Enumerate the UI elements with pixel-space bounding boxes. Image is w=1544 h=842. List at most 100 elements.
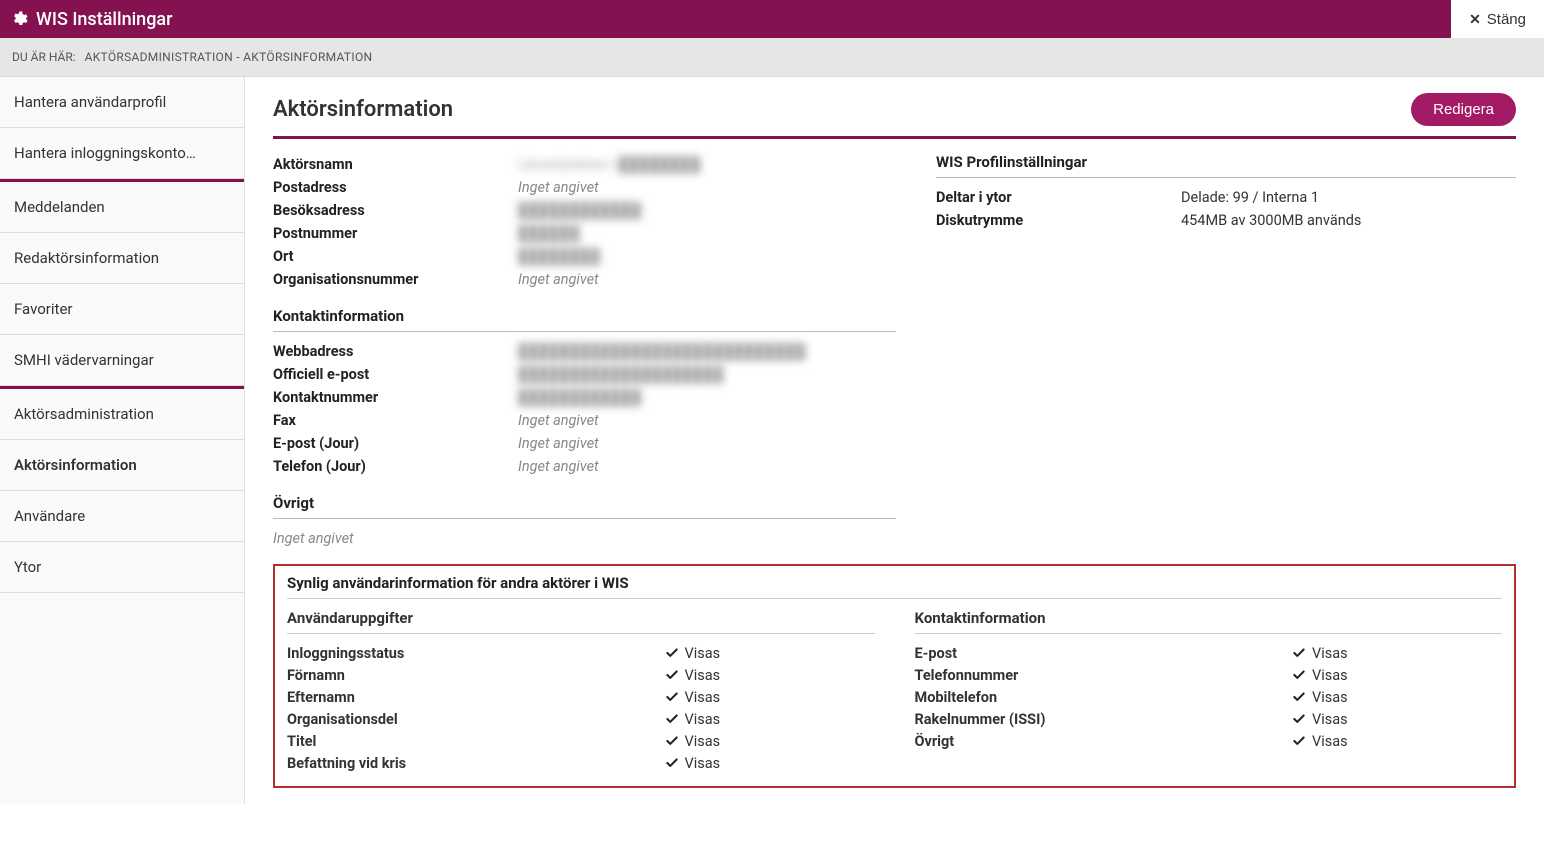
check-icon (665, 712, 679, 726)
field-row: OrganisationsnummerInget angivet (273, 268, 896, 291)
check-icon (1292, 668, 1306, 682)
field-label: Diskutrymme (936, 212, 1181, 229)
sidebar-item-favorites[interactable]: Favoriter (0, 284, 244, 335)
field-label: Officiell e-post (273, 366, 518, 383)
gear-icon (10, 10, 28, 28)
field-row: Besöksadress████████████ (273, 199, 896, 222)
sidebar-item-messages[interactable]: Meddelanden (0, 179, 244, 233)
visibility-field-status: Visas (665, 645, 875, 662)
visibility-field-label: Efternamn (287, 689, 665, 706)
sidebar-item-areas[interactable]: Ytor (0, 542, 244, 593)
field-row: Officiell e-post████████████████████ (273, 363, 896, 386)
visibility-row: E-postVisas (915, 642, 1503, 664)
visibility-field-status: Visas (665, 755, 875, 772)
close-icon: ✕ (1469, 11, 1481, 28)
close-button[interactable]: ✕ Stäng (1451, 0, 1544, 38)
field-label: Postnummer (273, 225, 518, 242)
field-label: Deltar i ytor (936, 189, 1181, 206)
sidebar-item-login-account[interactable]: Hantera inloggningskonto… (0, 128, 244, 179)
sidebar-item-users[interactable]: Användare (0, 491, 244, 542)
field-value: ████████████████████ (518, 366, 896, 383)
other-heading: Övrigt (273, 494, 896, 519)
visibility-field-label: Övrigt (915, 733, 1293, 750)
field-label: Ort (273, 248, 518, 265)
visibility-field-label: Rakelnummer (ISSI) (915, 711, 1293, 728)
field-row: Ort████████ (273, 245, 896, 268)
visibility-row: Rakelnummer (ISSI)Visas (915, 708, 1503, 730)
visibility-field-label: Inloggningsstatus (287, 645, 665, 662)
field-label: Organisationsnummer (273, 271, 518, 288)
check-icon (1292, 734, 1306, 748)
edit-button[interactable]: Redigera (1411, 93, 1516, 126)
visibility-row: Befattning vid krisVisas (287, 752, 875, 774)
page-title: Aktörsinformation (273, 97, 453, 122)
visibility-field-label: E-post (915, 645, 1293, 662)
other-value: Inget angivet (273, 530, 896, 547)
field-label: Fax (273, 412, 518, 429)
check-icon (665, 690, 679, 704)
field-row: PostadressInget angivet (273, 176, 896, 199)
field-row: E-post (Jour)Inget angivet (273, 432, 896, 455)
visibility-field-status: Visas (1292, 645, 1502, 662)
sidebar-item-profile[interactable]: Hantera användarprofil (0, 77, 244, 128)
field-value: ████████ (518, 248, 896, 265)
field-row: Telefon (Jour)Inget angivet (273, 455, 896, 478)
field-row: Kontaktnummer████████████ (273, 386, 896, 409)
breadcrumb-path: AKTÖRSADMINISTRATION - AKTÖRSINFORMATION (85, 50, 373, 64)
sidebar-item-actor-info[interactable]: Aktörsinformation (0, 440, 244, 491)
visibility-field-status: Visas (1292, 733, 1502, 750)
visibility-field-status: Visas (1292, 711, 1502, 728)
field-label: Kontaktnummer (273, 389, 518, 406)
field-value: ████████████ (518, 389, 896, 406)
field-value: ████████████████████████████ (518, 343, 896, 360)
field-value: Delade: 99 / Interna 1 (1181, 189, 1516, 206)
visibility-field-status: Visas (1292, 689, 1502, 706)
field-value: ██████ (518, 225, 896, 242)
field-row: Diskutrymme454MB av 3000MB används (936, 209, 1516, 232)
sidebar-item-editor-info[interactable]: Redaktörsinformation (0, 233, 244, 284)
visibility-field-label: Mobiltelefon (915, 689, 1293, 706)
visibility-row: FörnamnVisas (287, 664, 875, 686)
field-label: Telefon (Jour) (273, 458, 518, 475)
check-icon (665, 734, 679, 748)
field-value: 454MB av 3000MB används (1181, 212, 1516, 229)
field-row: Webbadress████████████████████████████ (273, 340, 896, 363)
field-value: Inget angivet (518, 271, 896, 288)
field-row: Deltar i ytorDelade: 99 / Interna 1 (936, 186, 1516, 209)
visibility-field-status: Visas (665, 733, 875, 750)
sidebar-item-weather[interactable]: SMHI vädervarningar (0, 335, 244, 386)
visibility-row: OrganisationsdelVisas (287, 708, 875, 730)
field-value: Inget angivet (518, 412, 896, 429)
visibility-row: TitelVisas (287, 730, 875, 752)
main-content: Aktörsinformation Redigera AktörsnamnLän… (245, 77, 1544, 804)
sidebar-item-actor-admin[interactable]: Aktörsadministration (0, 386, 244, 440)
check-icon (1292, 646, 1306, 660)
field-label: Postadress (273, 179, 518, 196)
visibility-contact-heading: Kontaktinformation (915, 609, 1503, 634)
profile-heading: WIS Profilinställningar (936, 153, 1516, 178)
visibility-field-label: Telefonnummer (915, 667, 1293, 684)
check-icon (1292, 712, 1306, 726)
field-label: Besöksadress (273, 202, 518, 219)
breadcrumb-prefix: DU ÄR HÄR: (12, 50, 76, 64)
close-label: Stäng (1487, 11, 1526, 28)
visibility-row: EfternamnVisas (287, 686, 875, 708)
field-value: Inget angivet (518, 458, 896, 475)
field-value: Länsstyrelsen i ████████ (518, 156, 896, 173)
contact-heading: Kontaktinformation (273, 307, 896, 332)
app-title: WIS Inställningar (36, 9, 172, 30)
visibility-field-label: Organisationsdel (287, 711, 665, 728)
visibility-field-status: Visas (665, 711, 875, 728)
actor-section: AktörsnamnLänsstyrelsen i ████████Postad… (273, 153, 896, 291)
breadcrumb: DU ÄR HÄR: AKTÖRSADMINISTRATION - AKTÖRS… (0, 38, 1544, 77)
visibility-user-heading: Användaruppgifter (287, 609, 875, 634)
field-label: Webbadress (273, 343, 518, 360)
field-label: Aktörsnamn (273, 156, 518, 173)
app-header: WIS Inställningar ✕ Stäng (0, 0, 1544, 38)
visibility-row: ÖvrigtVisas (915, 730, 1503, 752)
sidebar: Hantera användarprofil Hantera inloggnin… (0, 77, 245, 804)
visibility-field-status: Visas (665, 689, 875, 706)
field-label: E-post (Jour) (273, 435, 518, 452)
field-row: Postnummer██████ (273, 222, 896, 245)
visibility-row: TelefonnummerVisas (915, 664, 1503, 686)
